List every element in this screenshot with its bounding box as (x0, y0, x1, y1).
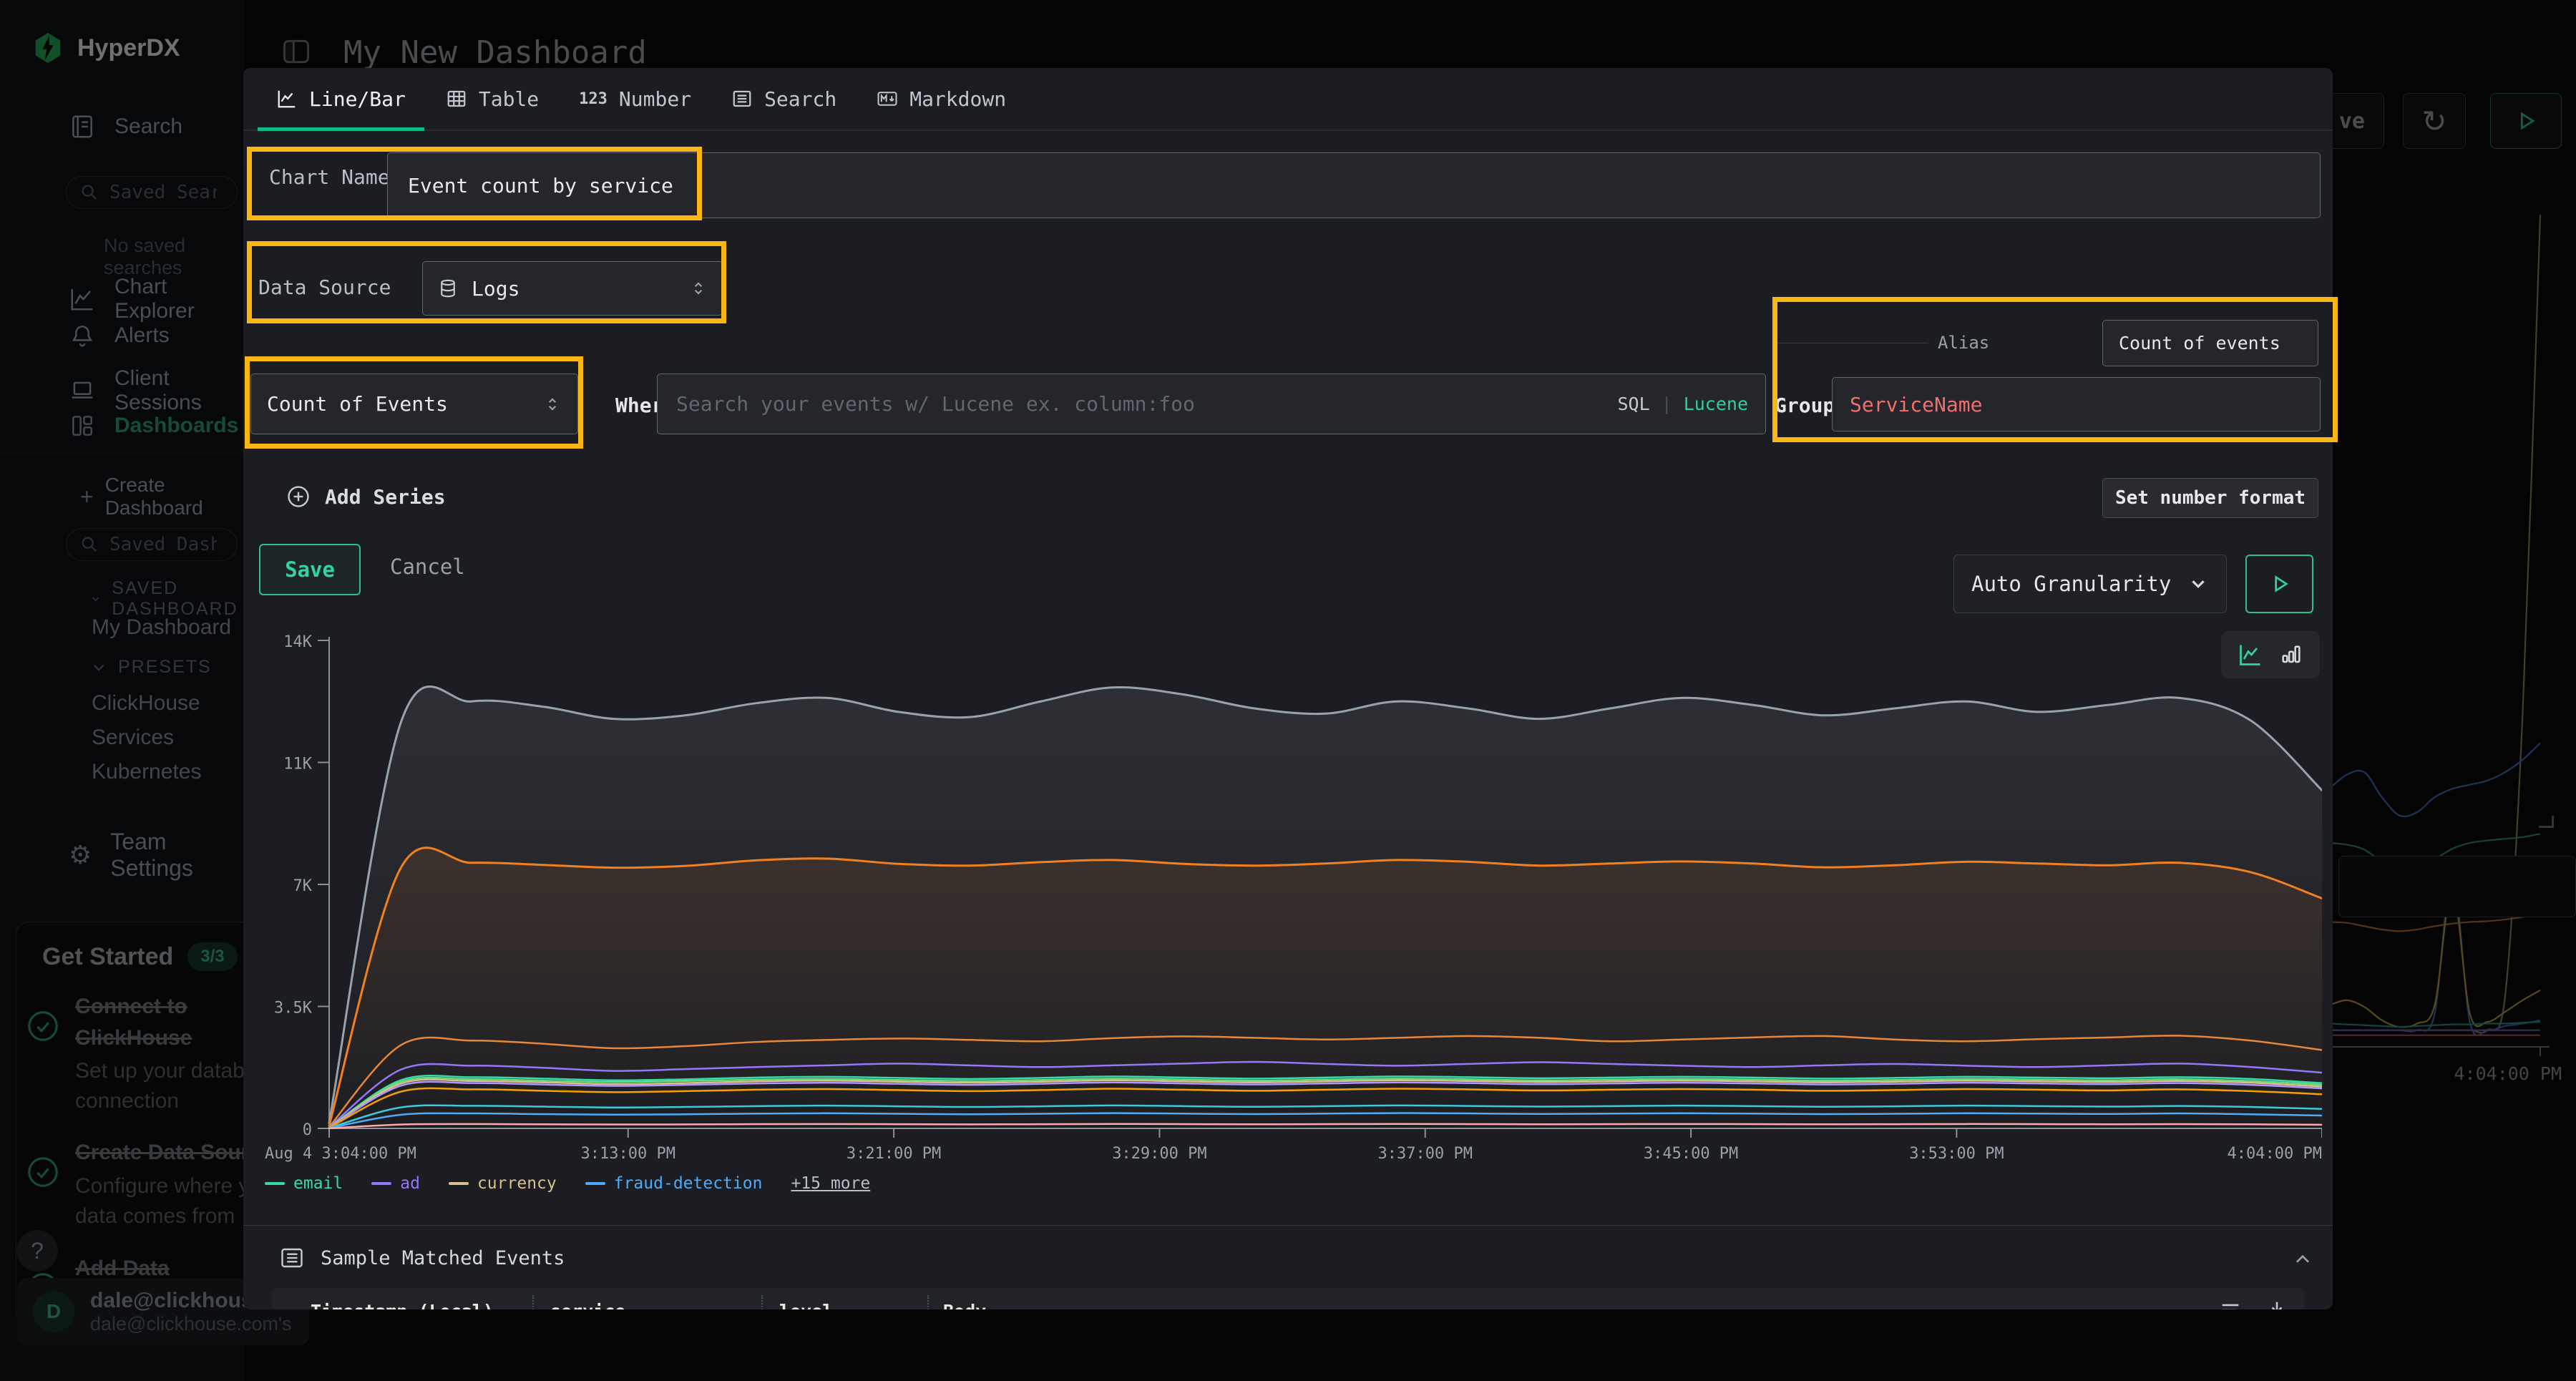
tab-table[interactable]: Table (427, 68, 557, 130)
list-icon (731, 88, 753, 109)
sample-events-header[interactable]: Sample Matched Events (279, 1245, 565, 1271)
line-chart-icon (276, 88, 298, 109)
legend-label: email (293, 1174, 343, 1193)
granularity-value: Auto Granularity (1971, 572, 2171, 596)
set-number-format-button[interactable]: Set number format (2102, 478, 2318, 518)
legend-label: fraud-detection (614, 1174, 763, 1193)
svg-text:3:13:00 PM: 3:13:00 PM (581, 1145, 675, 1163)
svg-text:Aug 4 3:04:00 PM: Aug 4 3:04:00 PM (265, 1145, 416, 1163)
column-header-timestamp[interactable]: Timestamp (Local) (311, 1301, 494, 1309)
modal-tabbar: Line/Bar Table 123 Number Search Markdow… (243, 68, 2333, 131)
where-input[interactable] (675, 391, 1606, 416)
divider (243, 1225, 2333, 1226)
svg-text:3.5K: 3.5K (274, 1000, 313, 1018)
download-icon[interactable] (2265, 1298, 2289, 1309)
annotation-box-group-by (1772, 297, 2338, 442)
play-icon (2268, 572, 2291, 595)
annotation-box-chart-name (247, 147, 702, 220)
svg-text:0: 0 (303, 1121, 312, 1139)
add-series-button[interactable]: Add Series (286, 484, 446, 509)
sample-events-title: Sample Matched Events (321, 1247, 565, 1269)
chart-type-toggle (2221, 631, 2320, 678)
svg-text:3:29:00 PM: 3:29:00 PM (1112, 1145, 1206, 1163)
column-resizer[interactable] (927, 1295, 929, 1309)
legend-swatch (371, 1182, 391, 1185)
svg-text:4:04:00 PM: 4:04:00 PM (2228, 1145, 2322, 1163)
tab-label: Table (479, 87, 539, 111)
legend-more-link[interactable]: +15 more (791, 1174, 870, 1193)
legend-item[interactable]: ad (371, 1174, 420, 1193)
collapse-section-button[interactable] (2291, 1249, 2314, 1274)
column-header-level[interactable]: level (779, 1301, 833, 1309)
tab-label: Line/Bar (309, 87, 406, 111)
legend-swatch (449, 1182, 469, 1185)
svg-text:11K: 11K (283, 756, 312, 774)
column-resizer[interactable] (532, 1295, 534, 1309)
legend-swatch (585, 1182, 605, 1185)
tab-number[interactable]: 123 Number (560, 68, 710, 130)
bar-chart-toggle-icon[interactable] (2279, 643, 2303, 667)
line-chart-toggle-icon[interactable] (2238, 642, 2263, 668)
circle-plus-icon (286, 484, 311, 509)
svg-text:3:45:00 PM: 3:45:00 PM (1644, 1145, 1738, 1163)
markdown-icon (877, 88, 898, 109)
tab-label: Markdown (909, 87, 1006, 111)
column-resizer[interactable] (761, 1295, 763, 1309)
cancel-button[interactable]: Cancel (390, 555, 465, 579)
wrap-lines-icon[interactable] (2218, 1298, 2243, 1309)
tab-search[interactable]: Search (713, 68, 855, 130)
table-icon (446, 88, 467, 109)
chevron-up-icon (2291, 1249, 2314, 1272)
sql-toggle[interactable]: SQL (1617, 394, 1649, 414)
events-table-header: Timestamp (Local) service level Body (272, 1288, 2304, 1309)
list-icon (279, 1245, 305, 1271)
svg-text:3:21:00 PM: 3:21:00 PM (847, 1145, 941, 1163)
annotation-box-aggregation (245, 356, 583, 449)
column-header-body[interactable]: Body (943, 1301, 986, 1309)
chevron-down-icon (2187, 573, 2209, 595)
legend-item[interactable]: email (265, 1174, 343, 1193)
svg-text:7K: 7K (293, 877, 313, 895)
legend-item[interactable]: currency (449, 1174, 557, 1193)
svg-text:3:53:00 PM: 3:53:00 PM (1909, 1145, 2004, 1163)
granularity-select[interactable]: Auto Granularity (1953, 555, 2227, 613)
column-header-service[interactable]: service (550, 1301, 625, 1309)
line-chart[interactable]: 0 3.5K 7K 11K 14K Aug 4 3:04:00 PM 3:13:00 PM 3… (265, 624, 2322, 1166)
lucene-toggle[interactable]: Lucene (1684, 394, 1748, 414)
tab-label: Number (619, 87, 691, 111)
123-icon: 123 (579, 90, 608, 108)
add-series-label: Add Series (325, 485, 446, 509)
tab-line-bar[interactable]: Line/Bar (258, 68, 424, 130)
chart-legend: email ad currency fraud-detection +15 more (265, 1174, 870, 1193)
legend-label: ad (400, 1174, 420, 1193)
tab-label: Search (764, 87, 836, 111)
toggle-divider: | (1662, 394, 1672, 414)
tab-markdown[interactable]: Markdown (858, 68, 1025, 130)
where-field[interactable]: SQL | Lucene (657, 374, 1766, 434)
svg-text:14K: 14K (283, 633, 312, 651)
legend-item[interactable]: fraud-detection (585, 1174, 763, 1193)
svg-text:3:37:00 PM: 3:37:00 PM (1378, 1145, 1473, 1163)
legend-swatch (265, 1182, 285, 1185)
legend-label: currency (477, 1174, 557, 1193)
annotation-box-data-source (247, 241, 726, 323)
run-chart-button[interactable] (2245, 555, 2313, 613)
save-button[interactable]: Save (259, 544, 361, 595)
